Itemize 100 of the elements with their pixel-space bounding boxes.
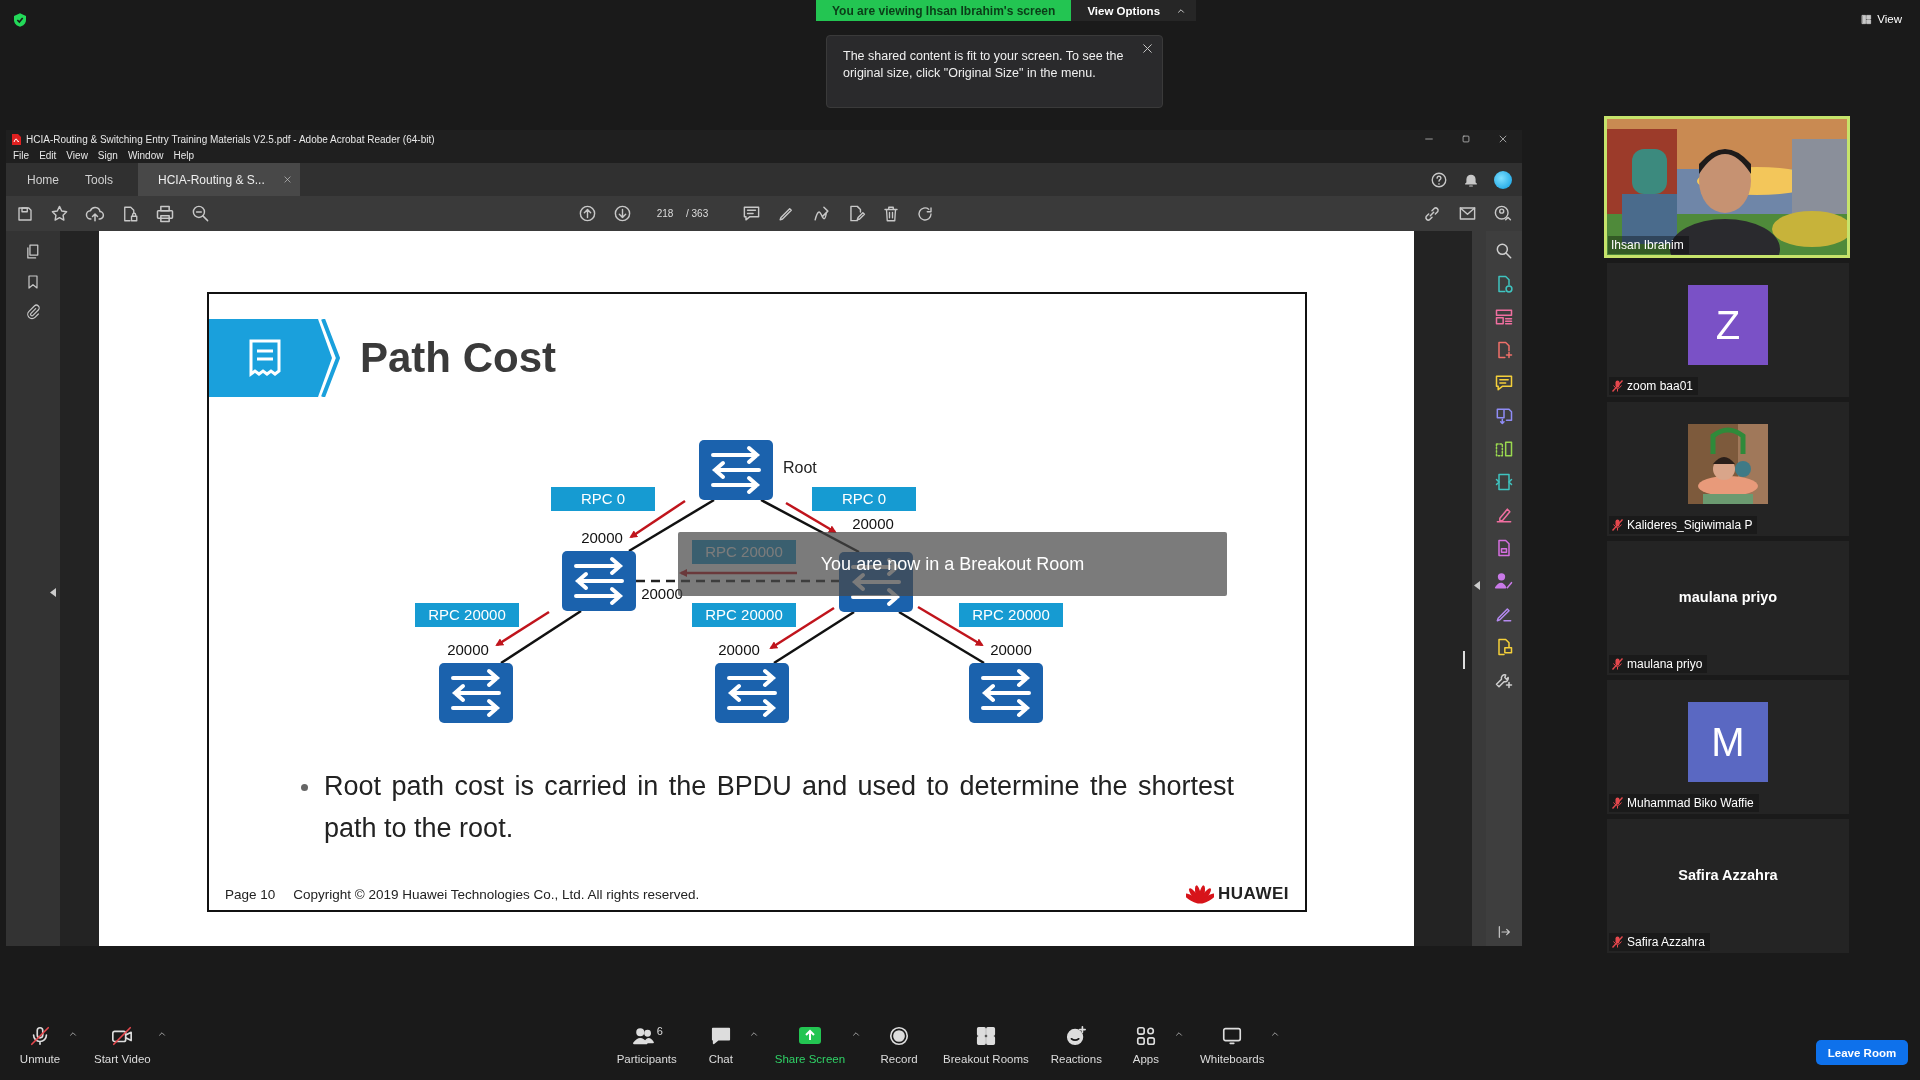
menu-item[interactable]: Help [173,150,195,161]
video-tile[interactable]: maulana priyo maulana priyo [1607,541,1849,675]
document-brackets-icon[interactable] [1494,472,1514,492]
participant-name: maulana priyo [1678,589,1778,605]
search-icon[interactable] [1494,241,1514,261]
toolbar-button[interactable]: Start Video [88,1025,157,1065]
participant-name: zoom baa01 [1627,379,1694,393]
document-lock-icon[interactable] [121,204,139,223]
participant-name: Muhammad Biko Waffie [1627,796,1754,810]
comment-icon[interactable] [742,204,762,223]
tab[interactable]: Home [14,163,72,196]
menu-item[interactable]: File [13,150,30,161]
participant-name: Safira Azzahra [1678,867,1778,883]
next-page-icon[interactable] [613,204,632,223]
highlighter-icon[interactable] [1494,505,1514,525]
paperclip-icon[interactable] [25,304,41,320]
participant-name: Kalideres_Sigiwimala P [1627,518,1753,532]
close-icon[interactable] [1498,134,1508,144]
columns-icon[interactable] [1494,439,1514,459]
previous-page-icon[interactable] [578,204,597,223]
toolbar-button[interactable]: Share Screen [768,1025,852,1065]
toolbar-button[interactable]: Chat [692,1025,749,1065]
cost-label: 20000 [718,641,760,658]
page-label: Page 10 [225,886,276,902]
caret-icon[interactable] [1270,1029,1281,1039]
switch-icon [969,663,1043,723]
caret-icon[interactable] [156,1029,167,1039]
layout-icon[interactable] [1494,307,1514,327]
star-icon[interactable] [50,204,69,223]
toolbar-button[interactable]: Breakout Rooms [937,1025,1035,1065]
rpc-tag: RPC 0 [551,487,655,511]
avatar-letter: Z [1688,285,1768,365]
toolbar-button[interactable]: Whiteboards [1193,1025,1271,1065]
share-user-icon[interactable] [1493,204,1512,223]
record-icon [888,1025,911,1047]
trash-icon[interactable] [882,204,901,223]
close-icon[interactable] [1141,42,1154,55]
help-icon[interactable] [1430,170,1448,189]
video-tile[interactable]: Kalideres_Sigiwimala P [1607,402,1849,536]
root-label: Root [783,459,817,476]
caret-icon[interactable] [851,1029,862,1039]
cost-label: 20000 [641,585,683,602]
bookmark-icon[interactable] [25,274,41,290]
cost-label: 20000 [447,641,489,658]
view-options-button[interactable]: View Options [1071,0,1197,21]
tab[interactable]: Tools [72,163,127,196]
layout-icon [1861,13,1873,25]
collapse-panel-icon[interactable] [1496,924,1512,940]
sharing-banner: You are viewing Ihsan Ibrahim's screen [816,0,1072,21]
person-pen-icon[interactable] [1494,571,1514,591]
collapse-caret-icon[interactable] [1474,581,1480,590]
video-tile[interactable]: Safira Azzahra Safira Azzahra [1607,819,1849,953]
rotate-icon[interactable] [916,204,935,223]
copyright-text: Copyright © 2019 Huawei Technologies Co., Ltd. All rights reserved. [293,886,700,902]
edit-document-icon[interactable] [847,204,867,223]
print-icon[interactable] [155,203,175,224]
video-tile[interactable]: Z zoom baa01 [1607,263,1849,397]
caret-icon[interactable] [68,1029,78,1039]
collapse-caret-icon[interactable] [50,588,56,597]
comment-icon[interactable] [1494,373,1514,393]
view-button[interactable]: View [1855,12,1908,26]
menu-item[interactable]: View [66,150,88,161]
switch-icon [562,551,636,611]
rpc-tag: RPC 20000 [959,603,1063,627]
participant-name: Ihsan Ibrahim [1611,238,1684,252]
leave-room-button[interactable]: Leave Room [1816,1040,1908,1065]
tab[interactable]: HCIA-Routing & S... [138,163,300,196]
rpc-tag: RPC 20000 [415,603,519,627]
toolbar-button[interactable]: Unmute [12,1025,68,1065]
shield-icon[interactable] [12,12,28,28]
rpc-tag: RPC 20000 [692,603,796,627]
menu-item[interactable]: Sign [97,150,118,161]
documents-arrow-icon[interactable] [1494,406,1514,426]
chat-icon [709,1025,732,1047]
video-off-icon [110,1025,135,1047]
toolbar-button[interactable]: Record [871,1025,928,1065]
arrow [785,501,837,534]
pdf-icon [12,133,21,145]
count: 6 [656,1025,663,1037]
cost-label: 20000 [990,641,1032,658]
scroll-thumb[interactable] [1463,651,1465,669]
toolbar-button[interactable]: 6 Participants [610,1025,683,1065]
zoom-out-icon[interactable] [191,204,210,223]
account-avatar[interactable] [1494,170,1512,189]
video-tile[interactable]: Ihsan Ibrahim [1604,116,1850,258]
toolbar-button[interactable]: Apps [1117,1025,1174,1065]
toolbar-button[interactable]: Reactions [1044,1025,1108,1065]
tooltip: The shared content is fit to your screen. To see the original size, click "Original Size" in the menu. [826,35,1163,108]
menu-item[interactable]: Window [127,150,164,161]
mail-icon[interactable] [1458,204,1477,223]
smiley-plus-icon [1065,1025,1088,1047]
save-icon[interactable] [16,204,34,223]
menu-item[interactable]: Edit [39,150,57,161]
caret-icon[interactable] [748,1029,759,1039]
whiteboard-icon [1221,1025,1244,1047]
caret-icon[interactable] [1173,1029,1184,1039]
maximize-icon[interactable] [1461,134,1471,144]
video-tile[interactable]: M Muhammad Biko Waffie [1607,680,1849,814]
logo-text: HUAWEI [1218,884,1289,904]
page-total: / 363 [686,208,709,219]
